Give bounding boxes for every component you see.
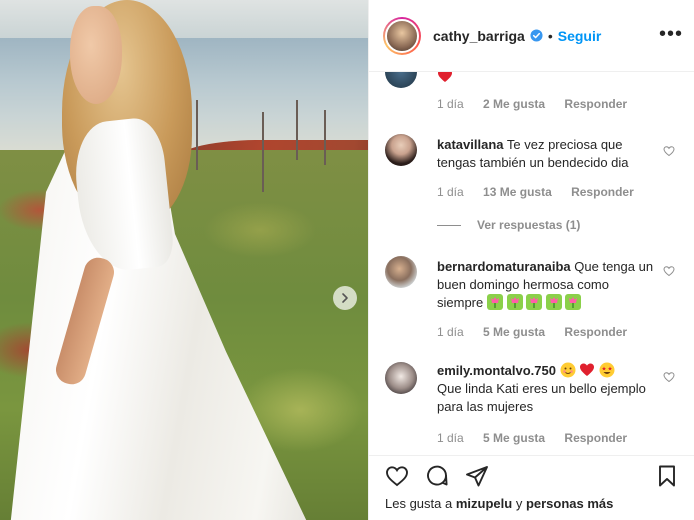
comment-meta: 1 día 5 Me gusta Responder — [437, 431, 643, 445]
comment-emoji-row — [560, 362, 615, 378]
comment-emoji-row — [437, 72, 453, 86]
author-avatar[interactable] — [383, 16, 421, 55]
comment-likes[interactable]: 2 Me gusta — [483, 97, 545, 111]
verified-badge-icon — [530, 29, 543, 42]
comment-likes[interactable]: 5 Me gusta — [483, 431, 545, 445]
reply-button[interactable]: Responder — [564, 431, 627, 445]
red-heart-emoji-icon — [438, 72, 452, 82]
comment-time[interactable]: 1 día — [437, 325, 464, 339]
star-struck-emoji-icon — [599, 362, 615, 378]
likes-prefix: Les gusta a — [385, 496, 453, 511]
likes-others-link[interactable]: personas más — [526, 496, 613, 511]
photo-face — [70, 6, 122, 104]
tulip-emoji-icon — [565, 294, 582, 310]
tulip-emoji-icon — [545, 294, 562, 310]
likes-summary: Les gusta a mizupelu y personas más — [385, 496, 613, 511]
save-bookmark-icon[interactable] — [655, 464, 679, 488]
comment-avatar[interactable] — [385, 72, 417, 88]
comment-meta: 1 día 2 Me gusta Responder — [437, 97, 643, 111]
post-photo[interactable] — [0, 0, 368, 520]
comment-meta: 1 día 13 Me gusta Responder — [437, 185, 650, 199]
comments-list: 1 día 2 Me gusta Responder katavillana T… — [369, 72, 694, 455]
like-comment-heart-icon[interactable] — [663, 265, 675, 277]
more-options-icon[interactable]: ••• — [659, 24, 683, 44]
comment-avatar[interactable] — [385, 362, 417, 394]
comment-body: bernardomaturanaiba Que tenga un buen do… — [437, 258, 657, 312]
like-heart-icon[interactable] — [385, 464, 409, 488]
comment-emoji-row — [486, 294, 582, 310]
tulip-emoji-icon — [486, 294, 503, 310]
view-replies-label: Ver respuestas (1) — [477, 218, 581, 232]
header-separator: • — [547, 27, 553, 44]
post-header: cathy_barriga • Seguir ••• — [369, 0, 694, 72]
liker-username[interactable]: mizupelu — [456, 496, 512, 511]
comment-likes[interactable]: 13 Me gusta — [483, 185, 552, 199]
comment-time[interactable]: 1 día — [437, 431, 464, 445]
post-side-panel: cathy_barriga • Seguir ••• 1 día 2 Me gu… — [368, 0, 694, 520]
comment-avatar[interactable] — [385, 256, 417, 288]
like-comment-heart-icon[interactable] — [663, 145, 675, 157]
comment-text: Que linda Kati eres un bello ejemplo par… — [437, 381, 646, 414]
replies-divider — [437, 224, 461, 226]
smiling-face-emoji-icon — [560, 362, 576, 378]
comment-avatar[interactable] — [385, 134, 417, 166]
reply-button[interactable]: Responder — [564, 97, 627, 111]
comment-bubble-icon[interactable] — [425, 464, 449, 488]
comment-body: katavillana Te vez preciosa que tengas t… — [437, 136, 657, 172]
follow-button[interactable]: Seguir — [558, 28, 602, 44]
next-photo-button[interactable] — [333, 286, 357, 310]
chevron-right-icon — [342, 293, 348, 303]
author-username[interactable]: cathy_barriga — [433, 28, 525, 44]
reply-button[interactable]: Responder — [564, 325, 627, 339]
likes-joiner: y — [515, 496, 523, 511]
tulip-emoji-icon — [506, 294, 523, 310]
comment-username[interactable]: bernardomaturanaiba — [437, 259, 571, 274]
comment-likes[interactable]: 5 Me gusta — [483, 325, 545, 339]
like-comment-heart-icon[interactable] — [663, 371, 675, 383]
comment-meta: 1 día 5 Me gusta Responder — [437, 325, 643, 339]
post-action-bar — [369, 455, 694, 495]
comment-username[interactable]: katavillana — [437, 137, 504, 152]
view-replies-button[interactable]: Ver respuestas (1) — [437, 218, 580, 232]
comment-body: emily.montalvo.750 Que linda Kati eres u… — [437, 362, 657, 416]
share-send-icon[interactable] — [465, 464, 489, 488]
comment-time[interactable]: 1 día — [437, 185, 464, 199]
reply-button[interactable]: Responder — [571, 185, 634, 199]
comment-username[interactable]: emily.montalvo.750 — [437, 363, 556, 378]
photo-subject — [0, 0, 368, 520]
comment-time[interactable]: 1 día — [437, 97, 464, 111]
tulip-emoji-icon — [526, 294, 543, 310]
red-heart-emoji-icon — [580, 363, 595, 376]
